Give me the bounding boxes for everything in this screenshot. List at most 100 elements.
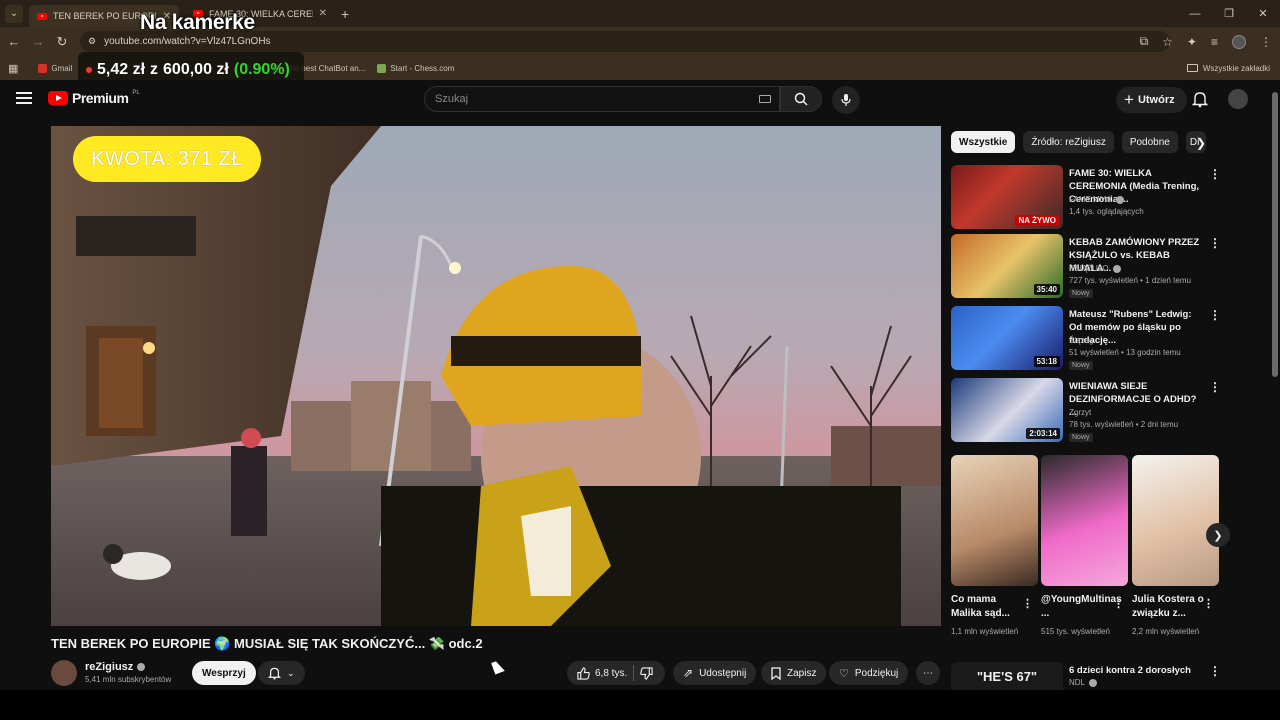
verified-check-icon <box>1112 264 1121 273</box>
video-frame <box>51 126 941 626</box>
video-player[interactable]: KWOTA: 371 ZŁ <box>51 126 941 626</box>
short-title[interactable]: Co mama Malika sąd... <box>951 593 1025 621</box>
share-button[interactable]: ⇗ Udostępnij <box>673 661 757 685</box>
more-actions-button[interactable]: ⋯ <box>916 661 940 685</box>
short-title[interactable]: Julia Kostera o związku z... <box>1132 593 1206 621</box>
recommendation-item[interactable]: NA ŻYWO FAME 30: WIELKA CEREMONIA (Media… <box>951 165 1221 229</box>
apps-grid-icon[interactable]: ▦ <box>8 62 18 75</box>
browser-menu-icon[interactable]: ⋮ <box>1260 35 1272 49</box>
recommendation-meta: 78 tys. wyświetleń • 2 dni temu <box>1069 420 1179 429</box>
reload-icon[interactable]: ↻ <box>50 34 74 50</box>
search-icon <box>794 92 808 106</box>
short-views: 1,1 mln wyświetleń <box>951 627 1019 636</box>
recommendation-meta: 727 tys. wyświetleń • 1 dzień temu <box>1069 276 1191 285</box>
donation-current: 5,42 zł <box>97 61 146 78</box>
subscription-notifications-button[interactable]: ⌄ <box>258 661 305 685</box>
tab-search-button[interactable]: ⌄ <box>5 4 23 23</box>
extensions-icon[interactable]: ✦ <box>1187 35 1197 49</box>
recommendation-item[interactable]: 53:18 Mateusz "Rubens" Ledwig: Od memów … <box>951 306 1221 370</box>
media-control-icon[interactable]: ≡ <box>1211 35 1218 49</box>
youtube-premium-logo[interactable]: Premium PL <box>48 90 140 106</box>
recommendation-item[interactable]: "HE'S 67" 6 dzieci kontra 2 dorosłych ND… <box>951 662 1221 690</box>
search-button[interactable] <box>780 86 822 112</box>
recommendation-item[interactable]: 35:40 KEBAB ZAMÓWIONY PRZEZ KSIĄŻULO vs.… <box>951 234 1221 298</box>
scrollbar-thumb[interactable] <box>1272 92 1278 377</box>
save-button[interactable]: Zapisz <box>761 661 827 685</box>
restore-icon[interactable]: ❐ <box>1212 0 1246 27</box>
more-horizontal-icon: ⋯ <box>923 667 933 679</box>
more-vertical-icon[interactable]: ⋮ <box>1209 167 1221 181</box>
video-thumbnail[interactable]: "HE'S 67" <box>951 662 1063 690</box>
share-arrow-icon: ⇗ <box>683 666 694 680</box>
all-bookmarks[interactable]: Wszystkie zakładki <box>1186 56 1270 80</box>
notifications-bell-icon[interactable] <box>1191 90 1209 113</box>
thumbs-down-icon[interactable] <box>640 666 653 680</box>
back-icon[interactable]: ← <box>2 34 26 49</box>
window-controls: — ❐ ✕ <box>1178 0 1280 27</box>
channel-name[interactable]: reZigiusz <box>85 661 146 673</box>
short-views: 515 tys. wyświetleń <box>1041 627 1110 636</box>
thanks-button[interactable]: ♡ Podziękuj <box>829 661 909 685</box>
more-vertical-icon[interactable]: ⋮ <box>1209 380 1221 394</box>
short-thumbnail[interactable] <box>951 455 1038 586</box>
account-avatar[interactable] <box>1228 89 1248 109</box>
more-vertical-icon[interactable]: ⋮ <box>1113 597 1124 610</box>
bookmark-star-icon[interactable]: ☆ <box>1162 35 1173 49</box>
bell-icon <box>268 667 281 680</box>
close-tab-icon[interactable]: ✕ <box>319 8 327 19</box>
short-thumbnail[interactable] <box>1132 455 1219 586</box>
like-button[interactable]: 6,8 tys. <box>577 666 627 680</box>
minimize-icon[interactable]: — <box>1178 0 1212 27</box>
chip-similar[interactable]: Podobne <box>1121 131 1178 153</box>
more-vertical-icon[interactable]: ⋮ <box>1209 664 1221 678</box>
page-scrollbar[interactable] <box>1270 80 1280 690</box>
microphone-icon <box>841 94 851 106</box>
install-app-icon[interactable]: ⧉ <box>1140 34 1149 49</box>
new-badge: Nowy <box>1069 361 1093 370</box>
chip-source[interactable]: Źródło: reZigiusz <box>1023 131 1114 153</box>
video-thumbnail[interactable]: 35:40 <box>951 234 1063 298</box>
channel-avatar[interactable] <box>51 660 77 686</box>
short-thumbnail[interactable] <box>1041 455 1128 586</box>
youtube-header: Premium PL Szukaj + Utwórz <box>0 80 1270 120</box>
close-window-icon[interactable]: ✕ <box>1246 0 1280 27</box>
site-info-icon[interactable]: ⚙ <box>88 36 96 47</box>
new-badge: Nowy <box>1069 433 1093 442</box>
super-thanks-icon: ♡ <box>839 667 849 680</box>
duration-badge: 53:18 <box>1033 356 1060 367</box>
thumbs-up-icon <box>577 666 590 680</box>
more-vertical-icon[interactable]: ⋮ <box>1209 308 1221 322</box>
verified-check-icon <box>1089 678 1098 687</box>
more-vertical-icon[interactable]: ⋮ <box>1203 597 1214 610</box>
short-views: 2,2 mln wyświetleń <box>1132 627 1200 636</box>
forward-icon[interactable]: → <box>26 34 50 49</box>
recommendation-meta: 1,4 tys. oglądających <box>1069 207 1144 216</box>
new-tab-icon[interactable]: + <box>341 6 349 22</box>
profile-avatar[interactable] <box>1232 34 1246 49</box>
more-vertical-icon[interactable]: ⋮ <box>1209 236 1221 250</box>
shorts-next-button[interactable]: ❯ <box>1206 523 1230 547</box>
video-thumbnail[interactable]: 2:03:14 <box>951 378 1063 442</box>
stream-overlay-title: Na kamerke <box>140 11 255 34</box>
chip-all[interactable]: Wszystkie <box>951 131 1016 153</box>
short-title[interactable]: @YoungMultinas ... <box>1041 593 1122 621</box>
mouse-cursor <box>491 659 505 675</box>
bookmark-chess[interactable]: Start - Chess.com <box>377 63 454 73</box>
recommendation-channel: KSIĄŻULO <box>1069 264 1121 273</box>
bookmark-gmail[interactable]: Gmail <box>38 63 72 73</box>
chevron-right-icon[interactable]: ❯ <box>1196 136 1206 150</box>
more-vertical-icon[interactable]: ⋮ <box>1022 597 1033 610</box>
support-button[interactable]: Wesprzyj <box>192 661 256 685</box>
video-thumbnail[interactable]: NA ŻYWO <box>951 165 1063 229</box>
chess-pawn-icon <box>377 63 387 73</box>
hamburger-menu-icon[interactable] <box>16 92 32 104</box>
recommendation-channel: Zgrzyt <box>1069 408 1092 417</box>
recommendation-channel: NDL <box>1069 678 1098 687</box>
recommendation-item[interactable]: 2:03:14 WIENIAWA SIEJE DEZINFORMACJE O A… <box>951 378 1221 442</box>
keyboard-icon[interactable] <box>759 95 771 103</box>
voice-search-button[interactable] <box>832 86 860 114</box>
video-thumbnail[interactable]: 53:18 <box>951 306 1063 370</box>
youtube-logo-icon <box>48 91 68 105</box>
create-button[interactable]: + Utwórz <box>1116 87 1187 113</box>
search-input[interactable]: Szukaj <box>424 86 780 112</box>
